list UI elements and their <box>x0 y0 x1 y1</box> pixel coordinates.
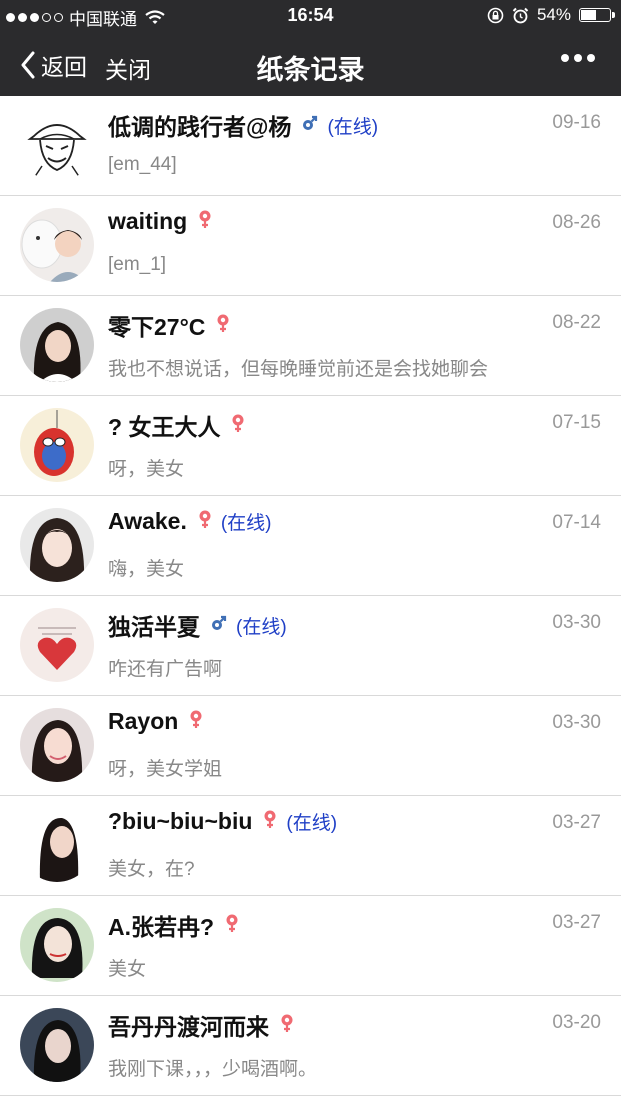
message-preview: 我也不想说话，但每晚睡觉前还是会找她聊会 <box>108 359 489 380</box>
contact-name: A.张若冉? <box>108 914 215 940</box>
list-item[interactable]: ? 女王大人 07-15 呀，美女 <box>0 396 621 496</box>
male-icon <box>210 614 228 637</box>
list-item[interactable]: Rayon 03-30 呀，美女学姐 <box>0 696 621 796</box>
list-item[interactable]: 零下27°C 08-22 我也不想说话，但每晚睡觉前还是会找她聊会 <box>0 296 621 396</box>
message-preview: [em_1] <box>108 254 167 275</box>
female-icon <box>197 209 213 234</box>
battery-percent: 54% <box>536 5 571 24</box>
contact-name: 独活半夏 <box>108 614 200 640</box>
female-icon <box>224 913 240 938</box>
female-icon <box>279 1013 295 1038</box>
message-date: 03-20 <box>552 1012 601 1033</box>
message-date: 03-27 <box>552 912 601 933</box>
list-item[interactable]: A.张若冉? 03-27 美女 <box>0 896 621 996</box>
contact-name: Rayon <box>108 708 179 734</box>
message-date: 03-27 <box>552 812 601 833</box>
contact-name: waiting <box>108 208 188 234</box>
list-item[interactable]: Awake. (在线) 07-14 嗨，美女 <box>0 496 621 596</box>
message-date: 09-16 <box>552 112 601 133</box>
list-item[interactable]: 独活半夏 (在线) 03-30 咋还有广告啊 <box>0 596 621 696</box>
contact-name: 低调的践行者@杨 <box>108 114 292 140</box>
online-status: (在线) <box>327 116 379 138</box>
female-icon <box>262 809 278 834</box>
more-options-icon[interactable] <box>561 54 595 62</box>
message-date: 08-22 <box>552 312 601 333</box>
online-status: (在线) <box>236 616 287 638</box>
avatar <box>20 708 94 782</box>
female-icon <box>188 709 204 734</box>
male-icon <box>301 114 319 137</box>
avatar <box>20 508 94 582</box>
message-preview: 咋还有广告啊 <box>108 659 223 680</box>
message-preview: 我刚下课，，，少喝酒啊。 <box>108 1059 318 1080</box>
message-date: 07-14 <box>552 512 601 533</box>
alarm-icon <box>512 7 529 23</box>
navigation-bar: 返回 关闭 纸条记录 <box>0 30 621 96</box>
contact-name: ?biu~biu~biu <box>108 808 253 834</box>
message-preview: 呀，美女学姐 <box>108 759 223 780</box>
message-date: 08-26 <box>552 212 601 233</box>
female-icon <box>230 413 246 438</box>
message-preview: 美女 <box>108 959 147 980</box>
female-icon <box>215 313 231 338</box>
list-item[interactable]: 吾丹丹渡河而来 03-20 我刚下课，，，少喝酒啊。 <box>0 996 621 1096</box>
message-date: 03-30 <box>552 612 601 633</box>
message-preview: [em_44] <box>108 154 177 175</box>
rotation-lock-icon <box>487 7 504 23</box>
list-item[interactable]: 低调的践行者@杨 (在线) 09-16 [em_44] <box>0 96 621 196</box>
avatar <box>20 408 94 482</box>
list-item[interactable]: waiting 08-26 [em_1] <box>0 196 621 296</box>
online-status: (在线) <box>220 513 272 534</box>
contact-name: 零下27°C <box>108 314 206 340</box>
online-status: (在线) <box>286 813 338 834</box>
status-bar: 中国联通 16:54 54% <box>0 0 621 30</box>
message-preview: 呀，美女 <box>108 459 185 480</box>
avatar <box>20 308 94 382</box>
avatar <box>20 808 94 882</box>
message-date: 07-15 <box>552 412 601 433</box>
page-title: 纸条记录 <box>256 55 365 85</box>
list-item[interactable]: ?biu~biu~biu (在线) 03-27 美女，在? <box>0 796 621 896</box>
message-date: 03-30 <box>552 712 601 733</box>
avatar <box>20 1008 94 1082</box>
contact-name: ? 女王大人 <box>108 414 221 440</box>
status-right: 54% <box>487 5 615 25</box>
battery-icon <box>579 8 615 22</box>
contact-name: Awake. <box>108 508 187 534</box>
avatar <box>20 908 94 982</box>
battery-fill <box>581 10 596 20</box>
avatar <box>20 608 94 682</box>
message-preview: 嗨，美女 <box>108 559 185 580</box>
avatar <box>20 208 94 282</box>
contact-name: 吾丹丹渡河而来 <box>108 1014 269 1040</box>
message-preview: 美女，在? <box>108 859 195 880</box>
female-icon <box>197 509 213 534</box>
avatar <box>20 108 94 182</box>
